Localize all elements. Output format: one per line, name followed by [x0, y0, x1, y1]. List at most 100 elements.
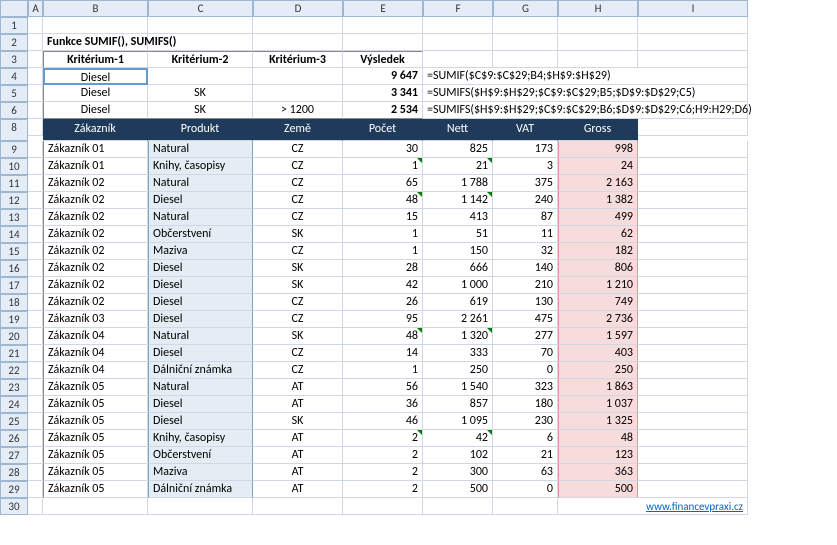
row-header-4[interactable]: 4	[0, 68, 28, 85]
cell-customer[interactable]: Zákazník 05	[43, 413, 148, 430]
cell-product[interactable]: Natural	[148, 141, 253, 158]
cell-product[interactable]: Diesel	[148, 396, 253, 413]
cell[interactable]	[28, 294, 43, 311]
cell[interactable]	[638, 345, 748, 362]
cell[interactable]	[28, 379, 43, 396]
cell-nett[interactable]: 333	[423, 345, 493, 362]
formula-text[interactable]: =SUMIFS($H$9:$H$29;$C$9:$C$29;B5;$D$9:$D…	[423, 85, 748, 102]
cell-product[interactable]: Natural	[148, 379, 253, 396]
cell[interactable]	[28, 17, 43, 34]
row-header-10[interactable]: 10	[0, 158, 28, 175]
cell-gross[interactable]: 2 736	[558, 311, 638, 328]
table-header[interactable]: Gross	[558, 119, 638, 141]
cell-product[interactable]: Diesel	[148, 277, 253, 294]
row-header-6[interactable]: 6	[0, 102, 28, 119]
cell[interactable]	[28, 119, 43, 136]
cell[interactable]	[28, 51, 43, 68]
cell-vat[interactable]: 140	[493, 260, 558, 277]
cell-customer[interactable]: Zákazník 02	[43, 175, 148, 192]
criteria-2[interactable]	[148, 68, 253, 85]
cell-customer[interactable]: Zákazník 02	[43, 277, 148, 294]
cell-vat[interactable]: 130	[493, 294, 558, 311]
cell-customer[interactable]: Zákazník 02	[43, 243, 148, 260]
cell-country[interactable]: AT	[253, 396, 343, 413]
cell-country[interactable]: CZ	[253, 209, 343, 226]
formula-text[interactable]: =SUMIFS($H$9:$H$29;$C$9:$C$29;B6;$D$9:$D…	[423, 102, 748, 119]
cell-vat[interactable]: 173	[493, 141, 558, 158]
cell-country[interactable]: CZ	[253, 243, 343, 260]
cell-count[interactable]: 1	[343, 158, 423, 175]
cell[interactable]	[638, 243, 748, 260]
cell[interactable]	[638, 192, 748, 209]
row-header-23[interactable]: 23	[0, 379, 28, 396]
row-header-16[interactable]: 16	[0, 260, 28, 277]
cell[interactable]	[28, 362, 43, 379]
cell[interactable]	[343, 17, 423, 34]
cell-vat[interactable]: 277	[493, 328, 558, 345]
cell-vat[interactable]: 21	[493, 447, 558, 464]
cell-country[interactable]: AT	[253, 464, 343, 481]
cell[interactable]	[423, 498, 493, 515]
cell[interactable]	[638, 379, 748, 396]
cell-gross[interactable]: 500	[558, 481, 638, 498]
cell-vat[interactable]: 87	[493, 209, 558, 226]
cell-product[interactable]: Natural	[148, 328, 253, 345]
row-header-19[interactable]: 19	[0, 311, 28, 328]
cell[interactable]	[28, 260, 43, 277]
cell[interactable]	[148, 17, 253, 34]
cell-product[interactable]: Knihy, časopisy	[148, 430, 253, 447]
row-header-21[interactable]: 21	[0, 345, 28, 362]
criteria-result[interactable]: 2 534	[343, 102, 423, 119]
cell-count[interactable]: 56	[343, 379, 423, 396]
cell-gross[interactable]: 24	[558, 158, 638, 175]
select-all-corner[interactable]	[0, 0, 28, 17]
cell[interactable]	[28, 175, 43, 192]
cell[interactable]	[148, 34, 253, 51]
cell-nett[interactable]: 250	[423, 362, 493, 379]
cell-nett[interactable]: 300	[423, 464, 493, 481]
cell-product[interactable]: Maziva	[148, 243, 253, 260]
cell[interactable]	[638, 311, 748, 328]
cell-country[interactable]: SK	[253, 413, 343, 430]
row-header-24[interactable]: 24	[0, 396, 28, 413]
cell-gross[interactable]: 499	[558, 209, 638, 226]
cell[interactable]	[28, 34, 43, 51]
cell[interactable]	[28, 85, 43, 102]
column-header-D[interactable]: D	[253, 0, 343, 17]
cell-gross[interactable]: 1 210	[558, 277, 638, 294]
cell-count[interactable]: 2	[343, 481, 423, 498]
row-header-14[interactable]: 14	[0, 226, 28, 243]
row-header-20[interactable]: 20	[0, 328, 28, 345]
cell-customer[interactable]: Zákazník 04	[43, 345, 148, 362]
formula-text[interactable]: =SUMIF($C$9:$C$29;B4;$H$9:$H$29)	[423, 68, 748, 85]
cell-nett[interactable]: 51	[423, 226, 493, 243]
cell-country[interactable]: SK	[253, 328, 343, 345]
cell-nett[interactable]: 857	[423, 396, 493, 413]
cell-count[interactable]: 46	[343, 413, 423, 430]
table-header[interactable]: Nett	[423, 119, 493, 141]
cell-nett[interactable]: 2 261	[423, 311, 493, 328]
cell[interactable]	[28, 481, 43, 498]
row-header-15[interactable]: 15	[0, 243, 28, 260]
row-header-11[interactable]: 11	[0, 175, 28, 192]
cell[interactable]	[638, 294, 748, 311]
cell-customer[interactable]: Zákazník 05	[43, 481, 148, 498]
cell-gross[interactable]: 1 325	[558, 413, 638, 430]
column-header-C[interactable]: C	[148, 0, 253, 17]
row-header-17[interactable]: 17	[0, 277, 28, 294]
cell[interactable]	[28, 430, 43, 447]
cell-country[interactable]: AT	[253, 379, 343, 396]
cell-gross[interactable]: 1 863	[558, 379, 638, 396]
cell[interactable]	[43, 17, 148, 34]
cell[interactable]	[343, 34, 423, 51]
cell-customer[interactable]: Zákazník 04	[43, 328, 148, 345]
cell[interactable]	[638, 362, 748, 379]
cell-vat[interactable]: 0	[493, 362, 558, 379]
cell-customer[interactable]: Zákazník 05	[43, 396, 148, 413]
column-header-H[interactable]: H	[558, 0, 638, 17]
cell-gross[interactable]: 403	[558, 345, 638, 362]
cell[interactable]	[43, 498, 148, 515]
cell[interactable]	[28, 345, 43, 362]
cell-count[interactable]: 26	[343, 294, 423, 311]
row-header-5[interactable]: 5	[0, 85, 28, 102]
